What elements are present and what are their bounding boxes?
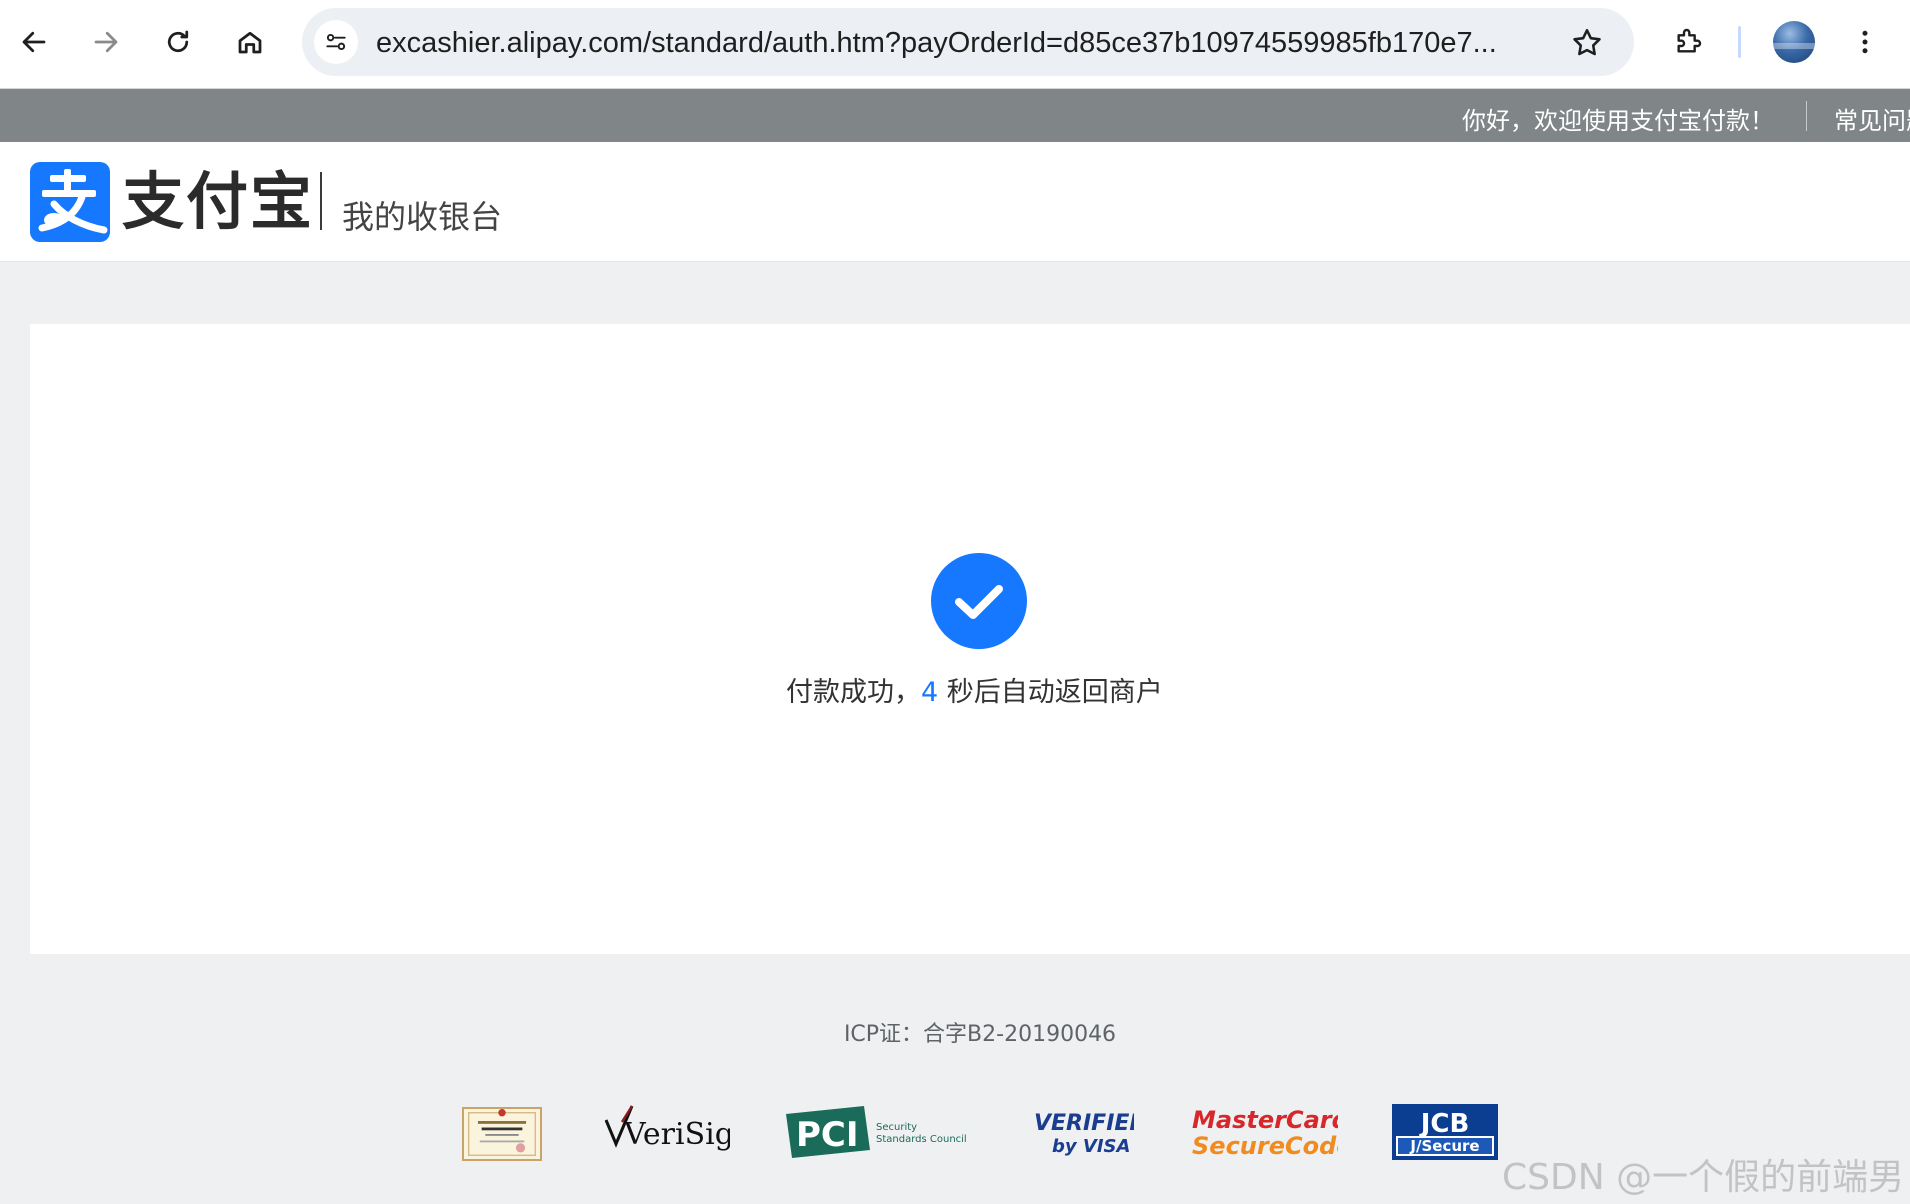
topbar-divider: [1806, 101, 1807, 131]
redirect-text: 秒后自动返回商户: [938, 677, 1163, 708]
certificate-badge: [462, 1107, 542, 1161]
jcb-line2: J/Secure: [1409, 1137, 1479, 1155]
visa-line2: by VISA: [1052, 1136, 1130, 1157]
home-icon[interactable]: [228, 20, 272, 64]
profile-avatar[interactable]: [1773, 21, 1815, 63]
pci-sub-security: Security: [876, 1122, 917, 1133]
address-bar[interactable]: excashier.alipay.com/standard/auth.htm?p…: [302, 8, 1634, 76]
bookmark-star-icon[interactable]: [1570, 26, 1604, 60]
forward-arrow-icon[interactable]: [84, 20, 128, 64]
toolbar-divider: [1738, 26, 1741, 58]
pci-badge: PCI Security Standards Council: [784, 1100, 974, 1164]
mc-line2: SecureCode.: [1192, 1132, 1338, 1160]
icp-license: ICP证：合字B2-20190046: [843, 1022, 1117, 1047]
url-text[interactable]: excashier.alipay.com/standard/auth.htm?p…: [376, 26, 1526, 60]
faq-link[interactable]: 常见问题: [1834, 101, 1910, 136]
visa-line1: VERIFIED: [1034, 1111, 1134, 1136]
brand-name: 支付宝: [122, 165, 315, 238]
pci-label: PCI: [796, 1115, 859, 1155]
site-header: 支付宝 我的收银台: [0, 142, 1910, 262]
pci-sub-council: Standards Council: [876, 1134, 967, 1145]
payment-success-message: 付款成功，4 秒后自动返回商户: [786, 670, 1206, 709]
verisign-badge: VeriSign: [600, 1100, 753, 1164]
success-check-icon: [931, 553, 1027, 649]
welcome-text: 你好，欢迎使用支付宝付款！: [1462, 107, 1774, 135]
more-menu-icon[interactable]: [1843, 20, 1887, 64]
header-divider: [320, 172, 322, 230]
csdn-watermark: CSDN @一个假的前端男: [1502, 1157, 1905, 1198]
verisign-label: VeriSign: [623, 1117, 730, 1152]
success-text: 付款成功，: [786, 677, 921, 708]
cashier-title: 我的收银台: [342, 198, 503, 236]
back-arrow-icon[interactable]: [12, 20, 56, 64]
mastercard-securecode-badge: MasterCard. SecureCode.: [1188, 1100, 1362, 1164]
countdown-seconds: 4: [921, 677, 939, 708]
alipay-logo-icon[interactable]: [30, 162, 110, 242]
verified-by-visa-badge: VERIFIED by VISA: [1030, 1100, 1148, 1164]
reload-icon[interactable]: [156, 20, 200, 64]
mc-line1: MasterCard.: [1192, 1106, 1338, 1134]
jcb-line1: JCB: [1419, 1109, 1470, 1139]
site-topbar: 你好，欢迎使用支付宝付款！ 常见问题: [0, 89, 1910, 142]
jcb-jsecure-badge: JCB J/Secure: [1390, 1100, 1500, 1164]
site-info-icon[interactable]: [314, 20, 358, 64]
browser-toolbar: excashier.alipay.com/standard/auth.htm?p…: [0, 0, 1910, 89]
extensions-icon[interactable]: [1666, 20, 1710, 64]
